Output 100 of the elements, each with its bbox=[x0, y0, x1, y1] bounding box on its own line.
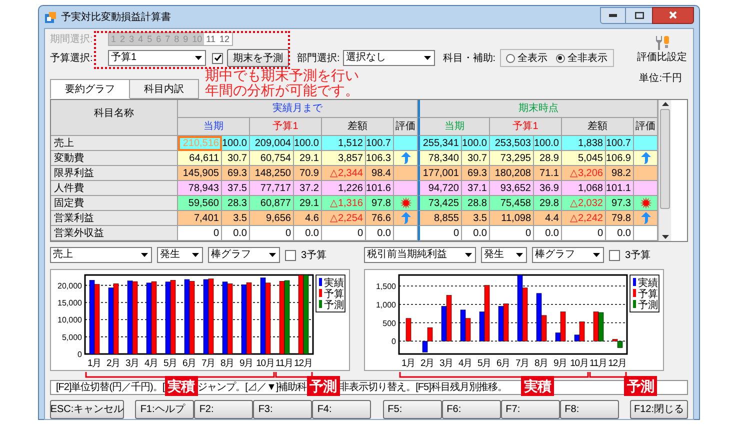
table-cell: 0.0 bbox=[534, 226, 562, 241]
up-arrow-icon bbox=[640, 152, 650, 164]
settings-button[interactable]: 評価比設定 bbox=[636, 32, 688, 67]
table-cell: 4.4 bbox=[534, 211, 562, 226]
row-name-cell: 固定費 bbox=[51, 196, 178, 211]
table-cell: 75,458 bbox=[490, 196, 534, 211]
table-cell: 77,717 bbox=[250, 181, 294, 196]
table-cell: 78,340 bbox=[418, 151, 462, 166]
checkbox[interactable] bbox=[285, 250, 296, 260]
table-cell: 101.1 bbox=[606, 181, 634, 196]
checkbox[interactable] bbox=[609, 250, 620, 260]
axis-label: 1,500 bbox=[376, 282, 396, 292]
function-key-button[interactable]: F8: bbox=[560, 400, 619, 419]
function-key-button[interactable]: F12:閉じる bbox=[630, 400, 688, 419]
legend-frame bbox=[630, 274, 660, 312]
callout-text: 年間の分析が可能です。 bbox=[205, 83, 359, 98]
axis-label: 7月 bbox=[201, 358, 216, 369]
dropdown-arrow-icon bbox=[195, 56, 202, 60]
status-text: [F2]単位切替(円／千円)。[ bbox=[56, 380, 165, 395]
table-cell: △1,316 bbox=[322, 196, 366, 211]
minimize-icon bbox=[609, 14, 617, 16]
close-button[interactable] bbox=[652, 6, 694, 24]
group-header: 実績月まで bbox=[178, 100, 418, 118]
axis-label: 2月 bbox=[106, 358, 121, 369]
dropdown[interactable]: 発生 bbox=[157, 247, 203, 263]
table-cell: 0 bbox=[322, 226, 366, 241]
table-cell: 37.5 bbox=[222, 181, 250, 196]
axis-label: 15,000 bbox=[58, 298, 82, 308]
dropdown[interactable]: 棒グラフ bbox=[532, 247, 604, 263]
function-key-button[interactable]: F4: bbox=[312, 400, 372, 419]
row-name-cell: 売上 bbox=[51, 136, 178, 151]
scroll-up-icon[interactable] bbox=[662, 102, 668, 106]
table-cell: 255,341 bbox=[418, 136, 462, 151]
function-key-button[interactable]: F5: bbox=[382, 400, 442, 419]
table-cell: △2,242 bbox=[562, 211, 606, 226]
table-cell: 94,720 bbox=[418, 181, 462, 196]
axis-label: 5,000 bbox=[62, 332, 82, 342]
table-cell: 3,857 bbox=[322, 151, 366, 166]
table-cell: 209,004 bbox=[250, 136, 294, 151]
close-icon bbox=[669, 11, 677, 19]
column-header: 当期 bbox=[178, 118, 250, 136]
table-cell: 145,905 bbox=[178, 166, 222, 181]
function-key-button[interactable]: F6: bbox=[442, 400, 501, 419]
table-cell: 1,226 bbox=[322, 181, 366, 196]
forecast-button[interactable]: 期末を予測 bbox=[227, 49, 289, 67]
axis-label: 10,000 bbox=[58, 316, 82, 325]
axis-label: 1,000 bbox=[376, 300, 396, 310]
table-cell: 28.9 bbox=[534, 151, 562, 166]
function-key-button[interactable]: F1:ヘルプ bbox=[135, 400, 194, 419]
column-header: 差額 bbox=[322, 118, 394, 136]
legend-label: 予算 bbox=[638, 289, 658, 300]
table-cell: 79.8 bbox=[606, 211, 634, 226]
table-cell: 148,250 bbox=[250, 166, 294, 181]
checkbox-label: 3予算 bbox=[301, 248, 327, 262]
axis-label: 2月 bbox=[420, 358, 435, 369]
scroll-down-icon[interactable] bbox=[662, 235, 668, 239]
table-cell: 3.5 bbox=[462, 211, 490, 226]
column-header: 予算1 bbox=[250, 118, 322, 136]
maximize-button[interactable] bbox=[626, 6, 652, 24]
dropdown[interactable]: 選択なし bbox=[342, 50, 435, 66]
table-cell: 1,838 bbox=[562, 136, 606, 151]
tab[interactable]: 科目内訳 bbox=[130, 79, 199, 99]
radio-label: 全非表示 bbox=[568, 52, 608, 66]
dropdown[interactable]: 税引前当期純利益 bbox=[364, 247, 476, 263]
axis-label: 9月 bbox=[553, 358, 568, 369]
table-cell: 37.1 bbox=[462, 181, 490, 196]
table-cell: 7,401 bbox=[178, 211, 222, 226]
app-icon bbox=[44, 10, 57, 24]
dropdown[interactable]: 予算1 bbox=[108, 50, 206, 66]
dropdown[interactable]: 売上 bbox=[50, 247, 152, 263]
callout-text: 期中でも期末予測を行い bbox=[205, 68, 359, 83]
dropdown-arrow-icon bbox=[192, 253, 199, 257]
table-cell: 69.3 bbox=[222, 166, 250, 181]
radio-button[interactable] bbox=[556, 54, 565, 62]
annotation-label: 実積 bbox=[164, 376, 198, 396]
checkbox[interactable] bbox=[212, 52, 223, 64]
dropdown-arrow-icon bbox=[465, 253, 472, 257]
minimize-button[interactable] bbox=[600, 6, 626, 24]
table-cell: △2,344 bbox=[322, 166, 366, 181]
table-cell: 29.8 bbox=[534, 196, 562, 211]
table-cell: 28.8 bbox=[462, 196, 490, 211]
scrollbar[interactable] bbox=[658, 100, 671, 241]
function-key-button[interactable]: F2: bbox=[194, 400, 254, 419]
burst-icon bbox=[640, 197, 652, 209]
dropdown[interactable]: 発生 bbox=[481, 247, 527, 263]
table-cell: 98.4 bbox=[366, 166, 394, 181]
axis-label: 8月 bbox=[220, 358, 235, 369]
function-key-button[interactable]: F7: bbox=[500, 400, 560, 419]
function-key-button[interactable]: ESC:キャンセル bbox=[50, 400, 124, 419]
table-cell: 100.0 bbox=[294, 136, 322, 151]
tab[interactable]: 要約グラフ bbox=[50, 79, 130, 99]
axis-label: 6月 bbox=[182, 358, 197, 369]
axis-label: 3月 bbox=[125, 358, 140, 369]
status-text: ジャンプ。[⊿／▼]補助科 bbox=[198, 380, 307, 395]
function-key-button[interactable]: F3: bbox=[253, 400, 312, 419]
axis-label: 11月 bbox=[589, 358, 608, 369]
dropdown[interactable]: 棒グラフ bbox=[208, 247, 280, 263]
radio-button[interactable] bbox=[506, 54, 515, 62]
scroll-thumb[interactable] bbox=[660, 109, 670, 209]
dropdown-arrow-icon bbox=[269, 253, 276, 257]
